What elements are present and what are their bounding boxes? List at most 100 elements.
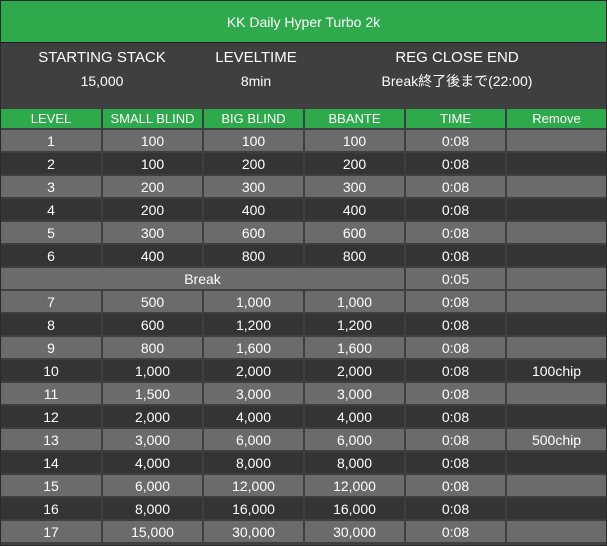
bbante-cell: 400 [304, 198, 406, 222]
big-blind-cell: 16,000 [203, 497, 305, 521]
bbante-cell: 8,000 [304, 451, 406, 475]
table-row: 5 300 600 600 0:08 [1, 221, 606, 245]
tournament-title: KK Daily Hyper Turbo 2k [1, 1, 606, 43]
big-blind-cell: 600 [203, 221, 305, 245]
starting-stack-label: STARTING STACK [38, 49, 166, 66]
table-row: 13 3,000 6,000 6,000 0:08 500chip [1, 428, 606, 452]
remove-cell [506, 290, 606, 314]
big-blind-cell: 6,000 [203, 428, 305, 452]
big-blind-cell: 3,000 [203, 382, 305, 406]
level-cell: 8 [1, 313, 103, 337]
big-blind-cell: 2,000 [203, 359, 305, 383]
bbante-cell: 200 [304, 152, 406, 176]
break-label: Break [1, 267, 406, 291]
small-blind-cell: 500 [102, 290, 204, 314]
time-cell: 0:08 [405, 129, 507, 153]
level-cell: 9 [1, 336, 103, 360]
bbante-cell: 6,000 [304, 428, 406, 452]
small-blind-cell: 2,000 [102, 405, 204, 429]
small-blind-cell: 100 [102, 152, 204, 176]
bbante-cell: 4,000 [304, 405, 406, 429]
remove-cell: 500chip [506, 428, 606, 452]
big-blind-cell: 12,000 [203, 474, 305, 498]
remove-cell [506, 129, 606, 153]
column-header-level: LEVEL [1, 109, 103, 130]
column-header-remove: Remove [506, 109, 606, 130]
break-time: 0:05 [405, 267, 507, 291]
bbante-cell: 3,000 [304, 382, 406, 406]
small-blind-cell: 200 [102, 198, 204, 222]
big-blind-cell: 1,200 [203, 313, 305, 337]
level-cell: 10 [1, 359, 103, 383]
small-blind-cell: 1,000 [102, 359, 204, 383]
small-blind-cell: 15,000 [102, 520, 204, 544]
table-row: 11 1,500 3,000 3,000 0:08 [1, 382, 606, 406]
remove-cell [506, 198, 606, 222]
table-row: 3 200 300 300 0:08 [1, 175, 606, 199]
remove-cell [506, 520, 606, 544]
small-blind-cell: 1,500 [102, 382, 204, 406]
table-row: 17 15,000 30,000 30,000 0:08 [1, 520, 606, 544]
remove-cell [506, 336, 606, 360]
column-header-small-blind: SMALL BLIND [102, 109, 204, 130]
blind-structure-table: LEVEL SMALL BLIND BIG BLIND BBANTE TIME … [1, 109, 606, 544]
time-cell: 0:08 [405, 474, 507, 498]
column-header-bbante: BBANTE [304, 109, 406, 130]
table-row: 12 2,000 4,000 4,000 0:08 [1, 405, 606, 429]
remove-cell [506, 474, 606, 498]
small-blind-cell: 300 [102, 221, 204, 245]
table-row: 16 8,000 16,000 16,000 0:08 [1, 497, 606, 521]
time-cell: 0:08 [405, 520, 507, 544]
remove-cell [506, 244, 606, 268]
level-cell: 1 [1, 129, 103, 153]
leveltime-block: LEVELTIME 8min [197, 47, 315, 91]
break-remove [506, 267, 606, 291]
bbante-cell: 16,000 [304, 497, 406, 521]
starting-stack-block: STARTING STACK 15,000 [21, 47, 183, 91]
bbante-cell: 300 [304, 175, 406, 199]
bbante-cell: 1,000 [304, 290, 406, 314]
small-blind-cell: 3,000 [102, 428, 204, 452]
time-cell: 0:08 [405, 175, 507, 199]
level-cell: 13 [1, 428, 103, 452]
big-blind-cell: 300 [203, 175, 305, 199]
time-cell: 0:08 [405, 428, 507, 452]
column-header-time: TIME [405, 109, 507, 130]
leveltime-value: 8min [240, 73, 272, 89]
table-row: 1 100 100 100 0:08 [1, 129, 606, 153]
table-row: 10 1,000 2,000 2,000 0:08 100chip [1, 359, 606, 383]
big-blind-cell: 30,000 [203, 520, 305, 544]
small-blind-cell: 600 [102, 313, 204, 337]
small-blind-cell: 400 [102, 244, 204, 268]
level-cell: 16 [1, 497, 103, 521]
big-blind-cell: 8,000 [203, 451, 305, 475]
remove-cell [506, 451, 606, 475]
remove-cell [506, 405, 606, 429]
remove-cell [506, 313, 606, 337]
bbante-cell: 100 [304, 129, 406, 153]
big-blind-cell: 200 [203, 152, 305, 176]
small-blind-cell: 6,000 [102, 474, 204, 498]
small-blind-cell: 200 [102, 175, 204, 199]
table-row: 6 400 800 800 0:08 [1, 244, 606, 268]
big-blind-cell: 800 [203, 244, 305, 268]
level-cell: 5 [1, 221, 103, 245]
small-blind-cell: 800 [102, 336, 204, 360]
table-row: 9 800 1,600 1,600 0:08 [1, 336, 606, 360]
bbante-cell: 12,000 [304, 474, 406, 498]
remove-cell [506, 175, 606, 199]
bbante-cell: 600 [304, 221, 406, 245]
time-cell: 0:08 [405, 382, 507, 406]
time-cell: 0:08 [405, 497, 507, 521]
table-row: 2 100 200 200 0:08 [1, 152, 606, 176]
break-row: Break 0:05 [1, 267, 606, 291]
time-cell: 0:08 [405, 313, 507, 337]
time-cell: 0:08 [405, 152, 507, 176]
time-cell: 0:08 [405, 198, 507, 222]
table-row: 14 4,000 8,000 8,000 0:08 [1, 451, 606, 475]
time-cell: 0:08 [405, 221, 507, 245]
remove-cell [506, 382, 606, 406]
column-header-big-blind: BIG BLIND [203, 109, 305, 130]
table-row: 7 500 1,000 1,000 0:08 [1, 290, 606, 314]
small-blind-cell: 8,000 [102, 497, 204, 521]
